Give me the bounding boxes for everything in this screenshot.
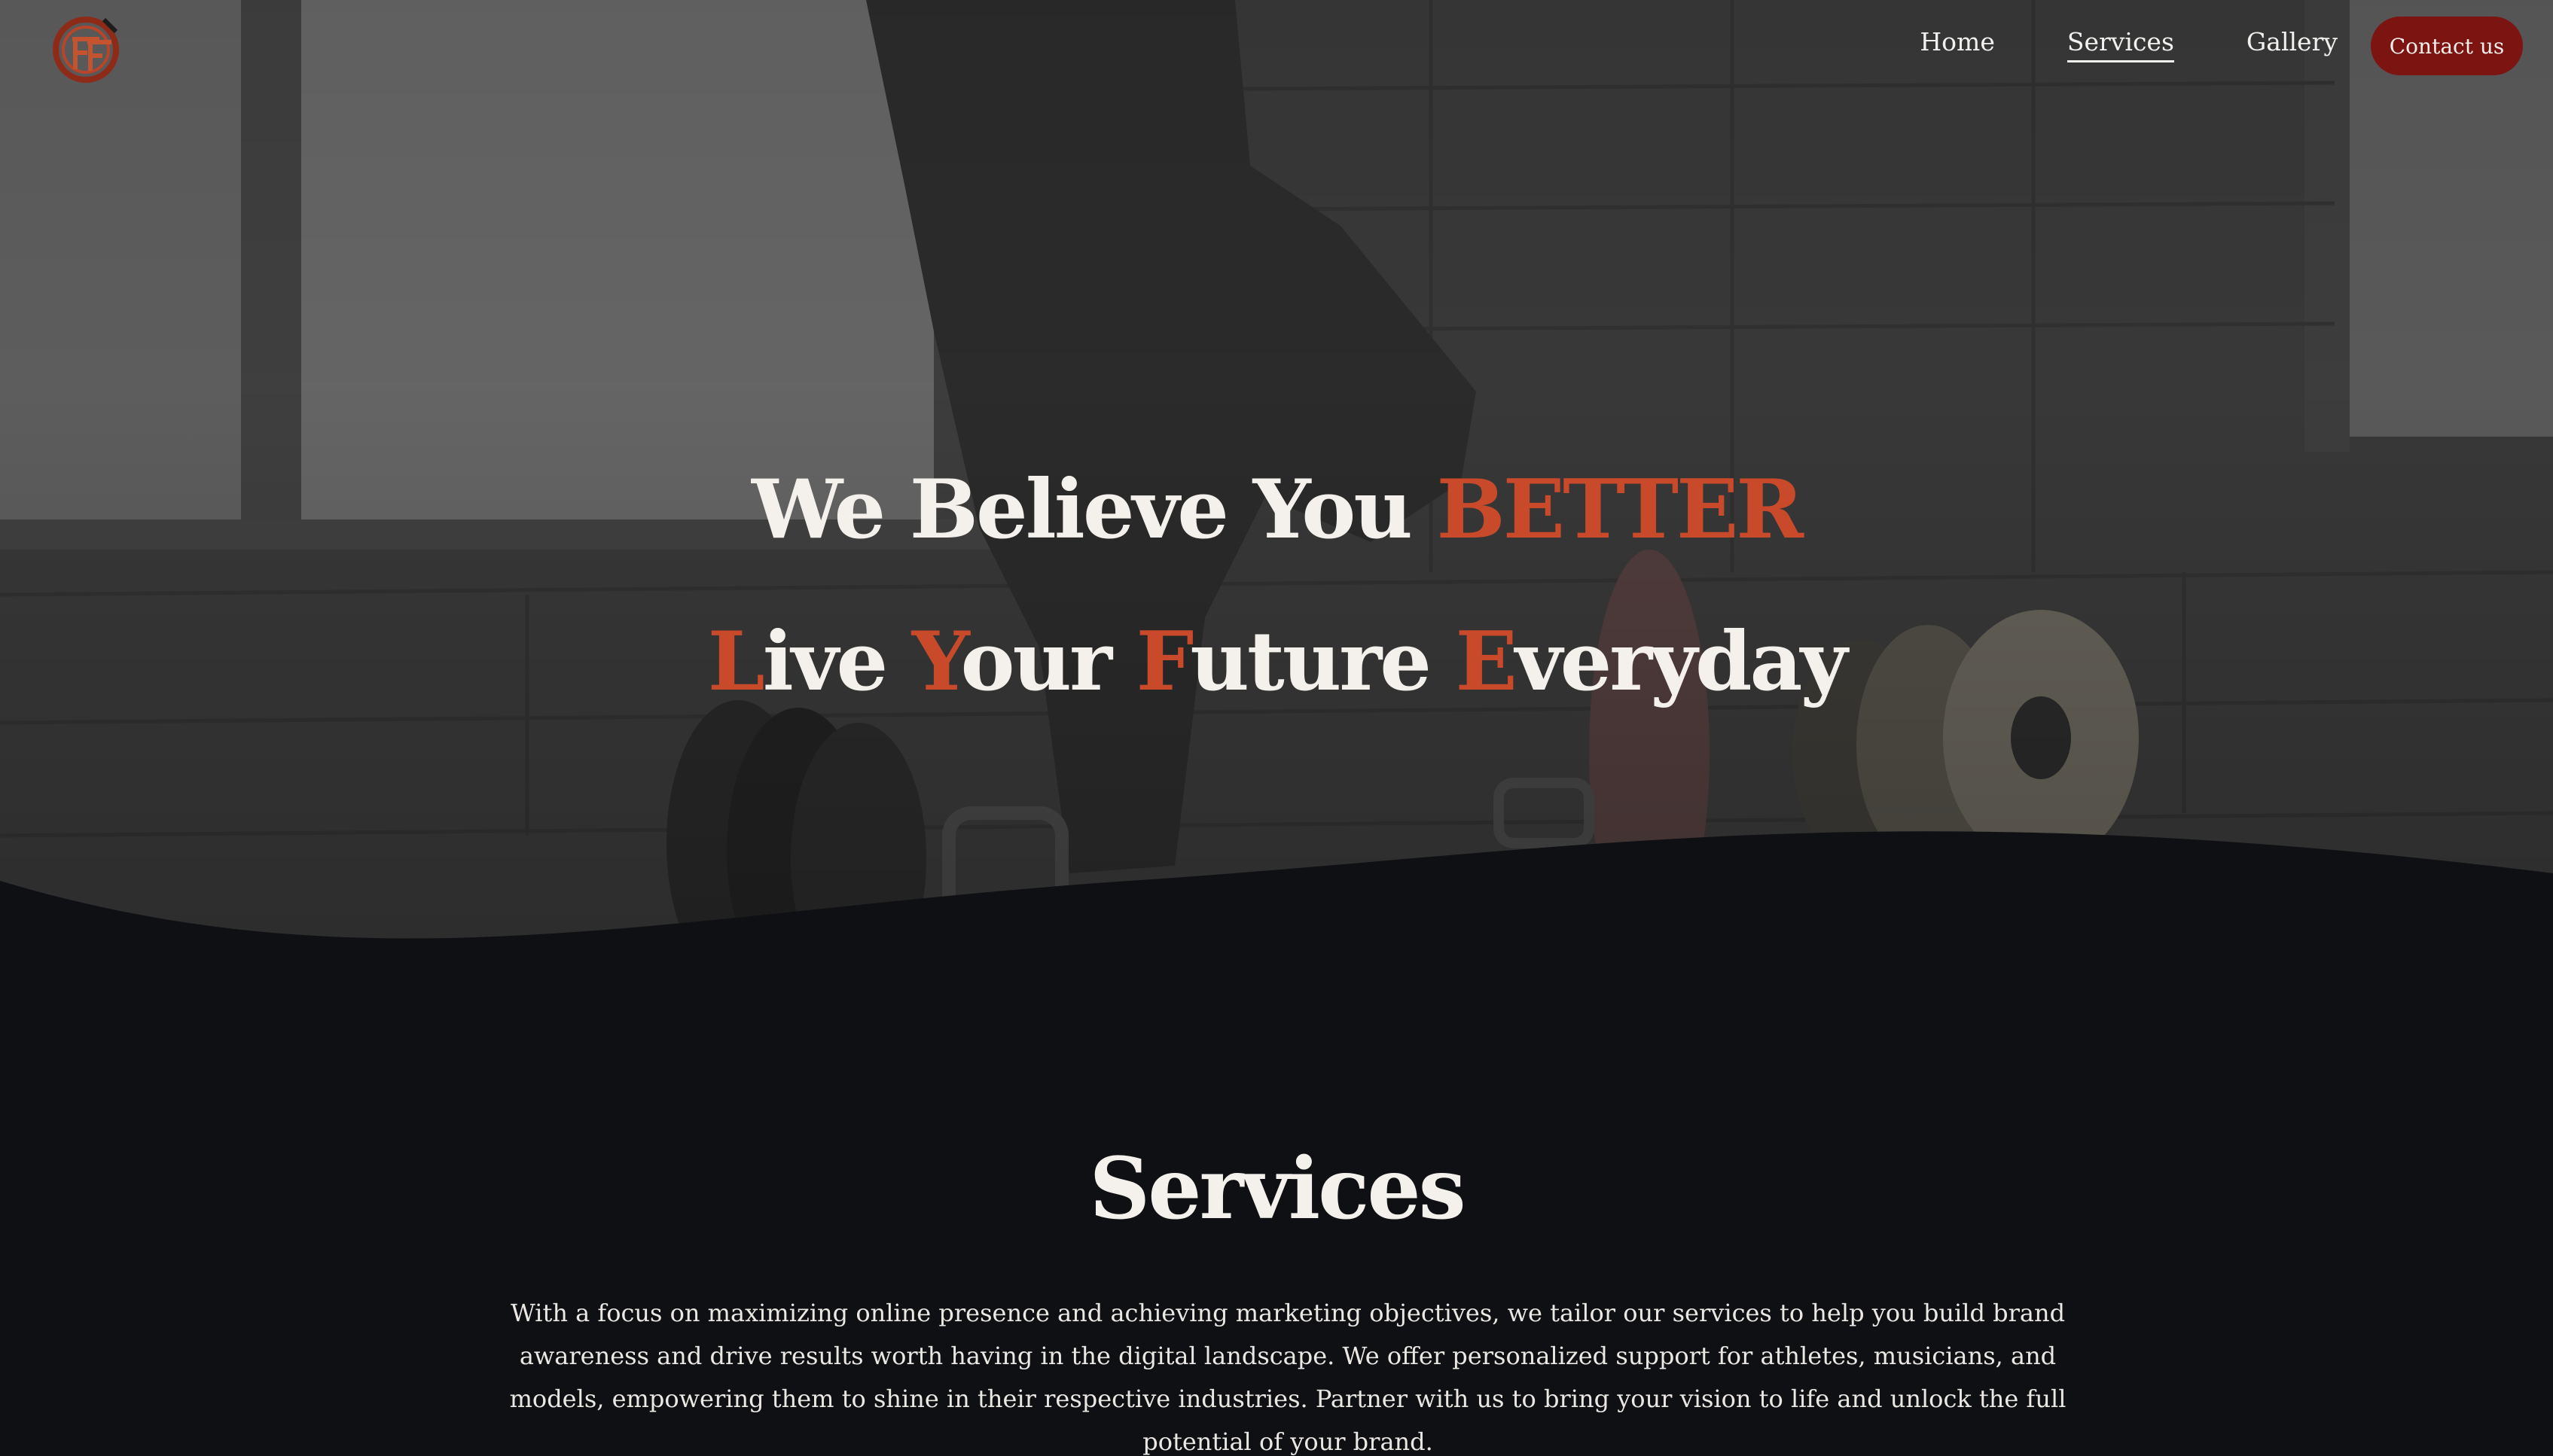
page: Home Services Gallery Contact us We Beli… — [0, 0, 2553, 1456]
word-live-initial: L — [707, 614, 765, 709]
main-nav: Home Services Gallery Contact us — [1920, 17, 2523, 75]
hero-subheadline: Live Your Future Everyday — [0, 613, 2553, 711]
word-your-rest: our — [960, 614, 1136, 709]
hero-headline: We Believe You BETTER — [0, 461, 2553, 559]
hero-wave-divider — [0, 831, 2553, 971]
word-live-rest: ive — [762, 614, 912, 709]
nav-services-link[interactable]: Services — [2066, 29, 2174, 62]
word-everyday-rest: veryday — [1514, 614, 1847, 709]
word-everyday-initial: E — [1455, 614, 1517, 709]
word-your-initial: Y — [911, 614, 963, 709]
word-future-initial: F — [1136, 614, 1193, 709]
hero-headline-main: We Believe You — [751, 462, 1437, 557]
nav-home-link[interactable]: Home — [1920, 29, 1994, 62]
ff-logo-icon[interactable] — [51, 12, 124, 84]
services-description: With a focus on maximizing online presen… — [509, 1299, 2066, 1456]
nav-gallery-link[interactable]: Gallery — [2246, 29, 2338, 62]
contact-us-button[interactable]: Contact us — [2371, 17, 2523, 75]
word-future-rest: uture — [1190, 614, 1456, 709]
services-title: Services — [1089, 1140, 1466, 1238]
hero-headline-accent: BETTER — [1436, 462, 1804, 557]
